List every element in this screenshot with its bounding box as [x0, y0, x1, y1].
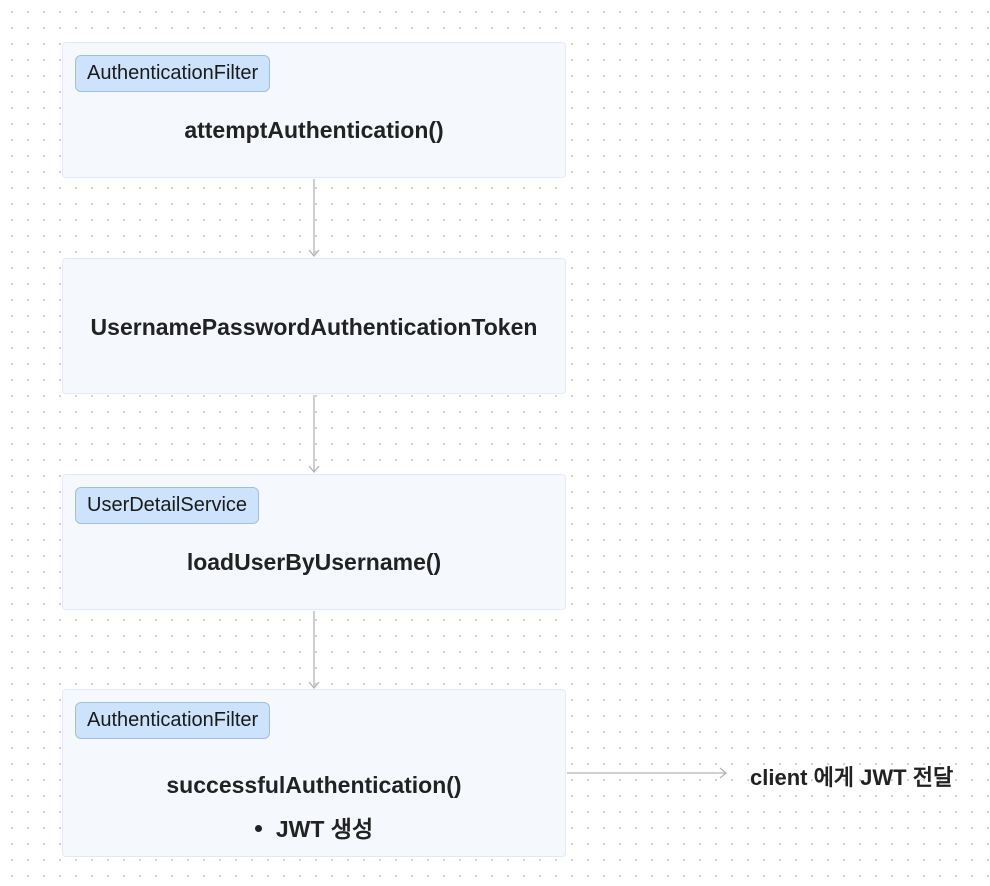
client-jwt-label: client 에게 JWT 전달	[750, 765, 954, 790]
connector-lines	[308, 179, 728, 779]
